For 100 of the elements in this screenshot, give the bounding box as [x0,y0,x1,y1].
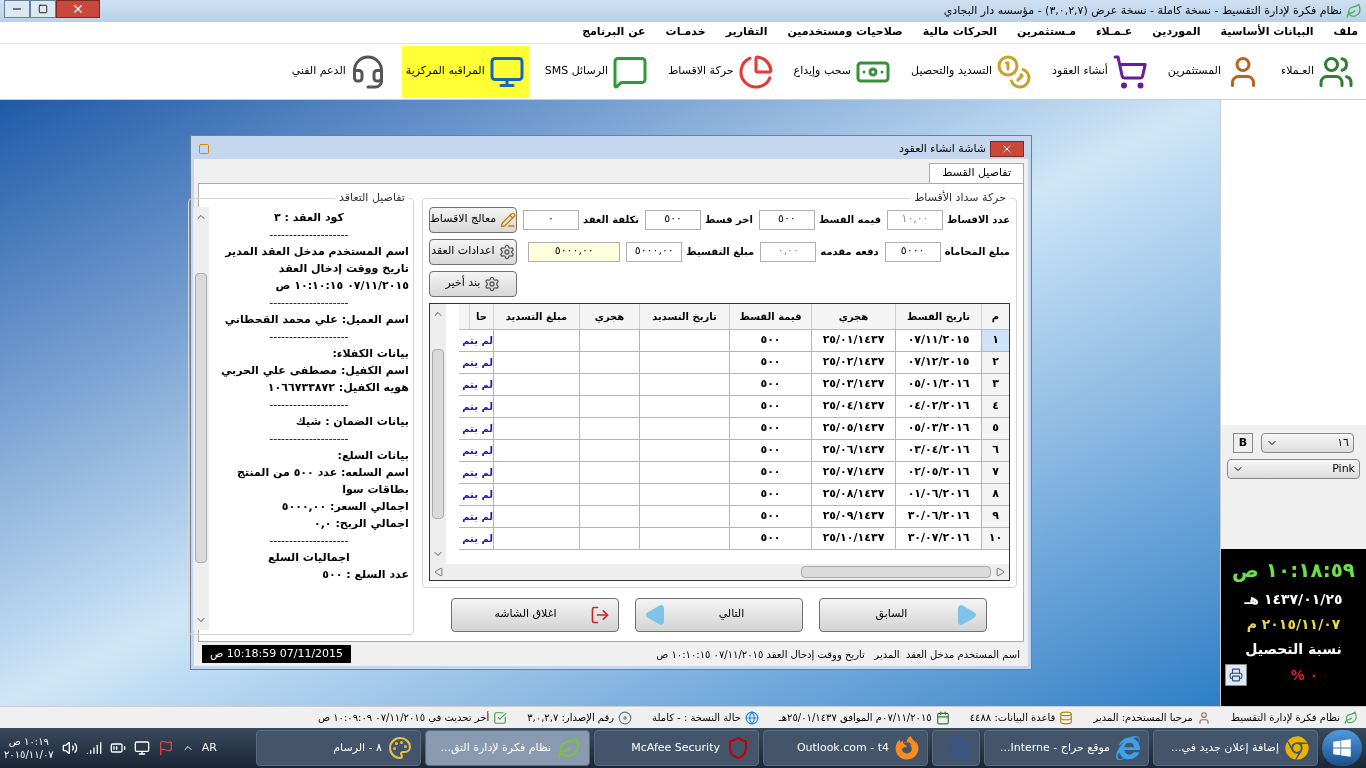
menu-item[interactable]: خدمـات [665,24,706,41]
menu-item[interactable]: ملف [1333,24,1358,41]
separator-line: -------------------- [268,532,350,549]
taskbar-button[interactable]: McAfee Security [594,730,759,766]
window-logo-icon [1332,738,1352,758]
e-letter-icon [1116,736,1140,760]
value-field[interactable]: ٥٠٠٠ [884,241,941,262]
taskbar-button[interactable]: موقع حراج - Interne... [984,730,1149,766]
detail-text: اجماليات السلع [266,549,351,566]
document-icon [947,736,971,760]
row-header[interactable]: ١٠ [981,527,1009,549]
table-cell: ٠٣/٠٤/٢٠١٦ [895,439,981,461]
close-button[interactable] [990,141,1024,157]
separator-line: -------------------- [268,396,350,413]
column-header[interactable]: هجري [811,303,895,329]
restore-button[interactable] [30,0,56,18]
action-button[interactable]: اعدادات العقد [428,238,517,265]
value-field[interactable]: ٠ [522,209,579,230]
nav-button[interactable]: اغلاق الشاشه [451,597,620,632]
column-header[interactable]: تاريخ القسط [895,303,981,329]
minimize-button[interactable] [4,0,30,18]
monitor-icon[interactable] [133,740,150,756]
column-header[interactable]: مبلغ التسديد [493,303,579,329]
taskbar-button[interactable]: ٨ - الرسام [256,730,421,766]
action-button[interactable]: معالج الاقساط [428,206,517,233]
check-icon [493,710,508,725]
collection-value: % ٠ [1289,665,1320,685]
row-header[interactable]: ٩ [981,505,1009,527]
menu-item[interactable]: صلاحيات ومستخدمين [787,24,903,41]
bold-button[interactable]: B [1233,433,1253,453]
menu-item[interactable]: التقارير [725,24,768,41]
group-title: تفاصيل التعاقد [338,190,406,206]
nav-button[interactable]: التالي [635,597,804,632]
row-header[interactable]: ٧ [981,461,1009,483]
table-cell: ٣٠/٠٧/٢٠١٦ [895,527,981,549]
horizontal-scrollbar[interactable] [429,563,1009,580]
close-button[interactable] [56,0,100,18]
menu-item[interactable]: الحركات مالية [922,24,997,41]
color-dropdown[interactable]: Pink [1227,459,1360,479]
action-button[interactable]: بند أخير [428,270,517,297]
row-header[interactable]: ٦ [981,439,1009,461]
table-cell: ٥٠٠ [729,395,811,417]
vertical-scrollbar[interactable] [192,206,209,630]
language-indicator[interactable]: AR [201,739,217,757]
status-cell-text: لم يتم [461,377,493,392]
globe-icon [744,710,759,725]
field-label: دفعه مقدمه [820,245,879,259]
tray-clock[interactable]: ١٠:١٩ ص ٢٠١٥/١١/٠٧ [4,735,54,761]
value-field[interactable]: ٥٠٠ [645,209,702,230]
row-header[interactable]: ٢ [981,351,1009,373]
dialog-title: شاشة انشاء العقود [899,140,986,157]
field-label: مبلغ التقسيط [686,245,755,259]
menu-item[interactable]: البيانات الأساسية [1220,24,1314,41]
leaf-icon [557,736,581,760]
scroll-thumb[interactable] [431,348,444,519]
row-header[interactable]: ٥ [981,417,1009,439]
value-field[interactable]: ٥٠٠٠,٠٠ [528,241,621,262]
size-dropdown[interactable]: ١٦ [1261,433,1354,453]
row-header[interactable]: ٣ [981,373,1009,395]
separator-line: -------------------- [268,430,350,447]
scroll-thumb[interactable] [801,565,991,578]
battery-icon[interactable] [109,740,126,756]
menu-item[interactable]: الموردين [1152,24,1201,41]
taskbar-button[interactable]: Outlook.com - t4 [763,730,928,766]
row-header[interactable]: ٨ [981,483,1009,505]
palette-icon [388,736,412,760]
start-button[interactable] [1322,730,1362,766]
vertical-scrollbar[interactable] [429,303,446,564]
taskbar-button[interactable]: إضافة إعلان جديد في... [1153,730,1318,766]
column-header[interactable]: م [981,303,1009,329]
value-field[interactable]: ٥٠٠ [758,209,815,230]
column-header[interactable]: قيمة القسط [729,303,811,329]
flag-icon[interactable] [157,740,174,756]
speaker-icon[interactable] [61,740,78,756]
column-header[interactable]: تاريخ التسديد [639,303,729,329]
table-cell: ٢٥/٠٦/١٤٣٧ [811,439,895,461]
column-header[interactable]: هجري [579,303,639,329]
table-cell: ٠٧/١١/٢٠١٥ [895,329,981,351]
hijri-date: ١٤٣٧/٠١/٢٥ هـ [1244,590,1343,609]
table-cell: ٢٥/٠٢/١٤٣٧ [811,351,895,373]
value-field[interactable]: ٥٠٠٠,٠٠ [626,241,683,262]
print-button[interactable] [1225,664,1247,686]
tab[interactable]: تفاصيل القسط [929,163,1024,183]
separator-line: -------------------- [268,226,350,243]
scroll-thumb[interactable] [194,273,207,564]
menu-item[interactable]: عن البرنامج [582,24,646,41]
menu-item[interactable]: مـستثمرين [1016,24,1076,41]
row-header[interactable]: ٤ [981,395,1009,417]
status-cell-text: لم يتم [461,465,493,480]
table-cell: ٠٥/٠٣/٢٠١٦ [895,417,981,439]
row-header[interactable]: ١ [981,329,1009,351]
clock-time: ١٠:١٨:٥٩ ص [1231,557,1356,584]
column-header[interactable]: حا [469,303,493,329]
toolbar-button[interactable]: المراقبه المركزية [401,45,529,98]
nav-button[interactable]: السابق [819,597,988,632]
fox-globe-icon [895,736,919,760]
menu-item[interactable]: عـمـلاء [1095,24,1133,41]
signal-icon[interactable] [85,740,102,756]
leaf-icon [1346,3,1362,19]
table-cell: ٥٠٠ [729,527,811,549]
